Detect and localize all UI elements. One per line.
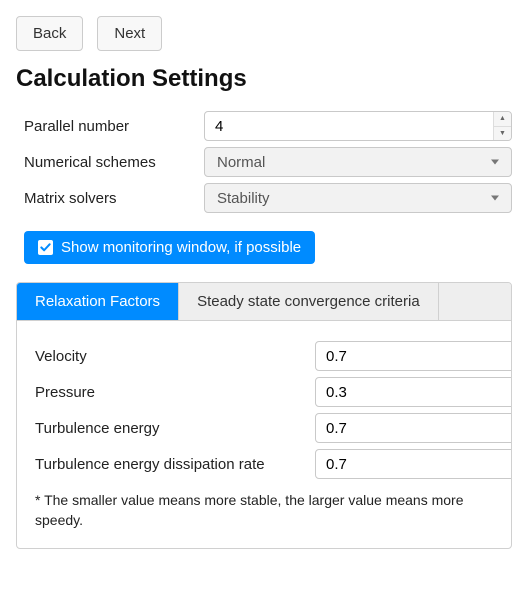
matrix-solvers-label: Matrix solvers bbox=[24, 190, 204, 207]
checkbox-checked-icon bbox=[38, 240, 53, 255]
show-monitoring-label: Show monitoring window, if possible bbox=[61, 239, 301, 256]
matrix-solvers-select[interactable]: Stability bbox=[204, 183, 512, 213]
turbulence-energy-label: Turbulence energy bbox=[35, 420, 315, 437]
numerical-schemes-label: Numerical schemes bbox=[24, 154, 204, 171]
parallel-number-step-down[interactable]: ▼ bbox=[493, 127, 511, 141]
chevron-down-icon bbox=[491, 160, 499, 165]
parallel-number-label: Parallel number bbox=[24, 118, 204, 135]
velocity-label: Velocity bbox=[35, 348, 315, 365]
tab-relaxation-factors[interactable]: Relaxation Factors bbox=[17, 283, 179, 320]
chevron-down-icon bbox=[491, 196, 499, 201]
tab-convergence-criteria[interactable]: Steady state convergence criteria bbox=[179, 283, 439, 320]
pressure-input[interactable] bbox=[315, 377, 512, 407]
relaxation-note: * The smaller value means more stable, t… bbox=[35, 491, 493, 530]
numerical-schemes-select[interactable]: Normal bbox=[204, 147, 512, 177]
parallel-number-step-up[interactable]: ▲ bbox=[493, 112, 511, 127]
turbulence-energy-input[interactable] bbox=[315, 413, 512, 443]
page-title: Calculation Settings bbox=[16, 65, 512, 93]
turbulence-dissipation-input[interactable] bbox=[315, 449, 512, 479]
turbulence-dissipation-label: Turbulence energy dissipation rate bbox=[35, 456, 315, 473]
numerical-schemes-value: Normal bbox=[217, 154, 265, 171]
matrix-solvers-value: Stability bbox=[217, 190, 270, 207]
pressure-label: Pressure bbox=[35, 384, 315, 401]
velocity-input[interactable] bbox=[315, 341, 512, 371]
settings-tab-panel: Relaxation Factors Steady state converge… bbox=[16, 282, 512, 549]
back-button[interactable]: Back bbox=[16, 16, 83, 51]
show-monitoring-checkbox[interactable]: Show monitoring window, if possible bbox=[24, 231, 315, 264]
next-button[interactable]: Next bbox=[97, 16, 162, 51]
parallel-number-input[interactable] bbox=[204, 111, 512, 141]
